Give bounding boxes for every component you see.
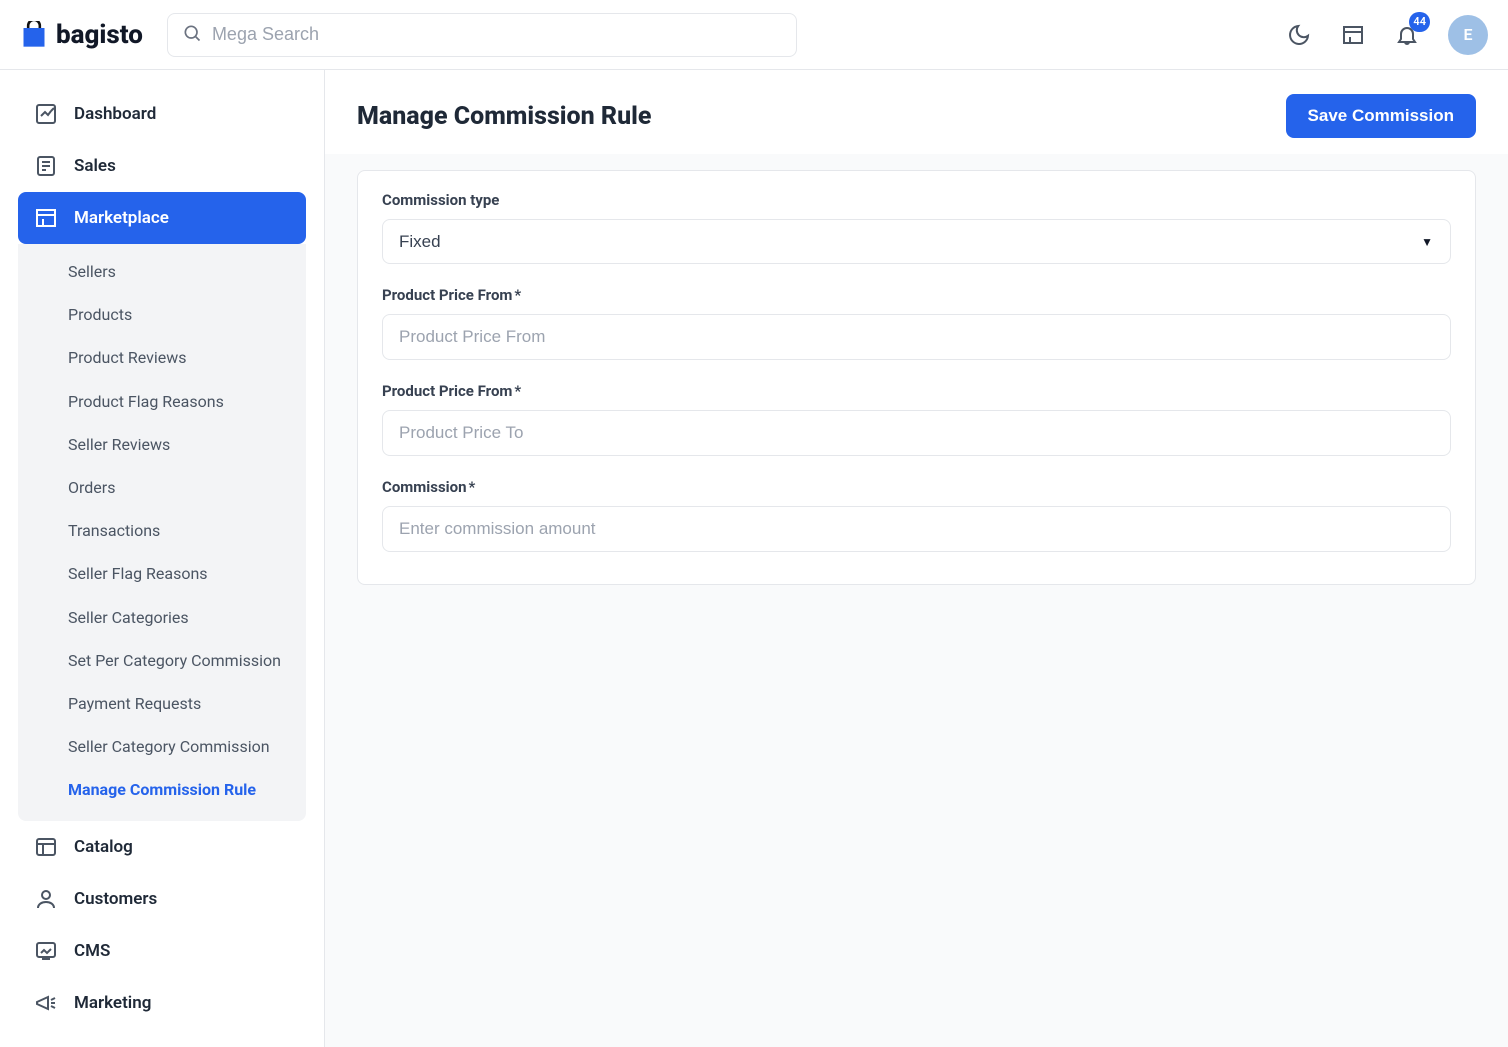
page-header: Manage Commission Rule Save Commission xyxy=(325,70,1508,154)
sidebar-sub-products[interactable]: Products xyxy=(18,293,306,336)
sidebar-sub-payment-requests[interactable]: Payment Requests xyxy=(18,682,306,725)
search-container xyxy=(167,13,797,57)
field-price-from: Product Price From* xyxy=(382,286,1451,360)
header: bagisto xyxy=(0,0,1508,70)
bell-icon[interactable]: 44 xyxy=(1394,22,1420,48)
bag-icon xyxy=(20,21,48,49)
sidebar-sub-seller-flag[interactable]: Seller Flag Reasons xyxy=(18,552,306,595)
sidebar-item-label: Dashboard xyxy=(74,104,156,124)
sidebar-sub-seller-categories[interactable]: Seller Categories xyxy=(18,596,306,639)
commission-label: Commission* xyxy=(382,478,1451,496)
notification-badge: 44 xyxy=(1409,12,1430,32)
sidebar-sub-sellers[interactable]: Sellers xyxy=(18,250,306,293)
commission-type-select[interactable]: Fixed xyxy=(382,219,1451,264)
sidebar-sub-seller-category-commission[interactable]: Seller Category Commission xyxy=(18,725,306,768)
sidebar-item-label: Marketplace xyxy=(74,208,169,228)
price-from-label: Product Price From* xyxy=(382,286,1451,304)
dark-mode-icon[interactable] xyxy=(1286,22,1312,48)
sidebar-item-dashboard[interactable]: Dashboard xyxy=(18,88,306,140)
avatar-initial: E xyxy=(1463,25,1472,44)
brand-name: bagisto xyxy=(56,20,143,50)
marketing-icon xyxy=(34,991,58,1015)
cms-icon xyxy=(34,939,58,963)
sidebar-sub-product-flag[interactable]: Product Flag Reasons xyxy=(18,380,306,423)
marketplace-submenu: Sellers Products Product Reviews Product… xyxy=(18,244,306,821)
field-price-to: Product Price From* xyxy=(382,382,1451,456)
page-title: Manage Commission Rule xyxy=(357,102,651,131)
sidebar-sub-transactions[interactable]: Transactions xyxy=(18,509,306,552)
sidebar-item-customers[interactable]: Customers xyxy=(18,873,306,925)
brand-logo[interactable]: bagisto xyxy=(20,20,143,50)
search-input[interactable] xyxy=(212,24,782,45)
dashboard-icon xyxy=(34,102,58,126)
sidebar-item-label: CMS xyxy=(74,941,110,961)
sidebar-sub-per-category-commission[interactable]: Set Per Category Commission xyxy=(18,639,306,682)
sidebar-item-label: Sales xyxy=(74,156,116,176)
sidebar-item-cms[interactable]: CMS xyxy=(18,925,306,977)
sidebar-sub-seller-reviews[interactable]: Seller Reviews xyxy=(18,423,306,466)
commission-input[interactable] xyxy=(382,506,1451,552)
field-commission-type: Commission type Fixed xyxy=(382,191,1451,264)
header-actions: 44 E xyxy=(1286,15,1488,55)
price-from-input[interactable] xyxy=(382,314,1451,360)
store-icon[interactable] xyxy=(1340,22,1366,48)
sidebar-sub-product-reviews[interactable]: Product Reviews xyxy=(18,336,306,379)
sidebar: Dashboard Sales Marketpla xyxy=(0,70,325,1047)
sidebar-sub-orders[interactable]: Orders xyxy=(18,466,306,509)
search-box[interactable] xyxy=(167,13,797,57)
sales-icon xyxy=(34,154,58,178)
sidebar-item-catalog[interactable]: Catalog xyxy=(18,821,306,873)
price-to-label: Product Price From* xyxy=(382,382,1451,400)
sidebar-item-marketing[interactable]: Marketing xyxy=(18,977,306,1029)
field-commission: Commission* xyxy=(382,478,1451,552)
avatar[interactable]: E xyxy=(1448,15,1488,55)
marketplace-icon xyxy=(34,206,58,230)
price-to-input[interactable] xyxy=(382,410,1451,456)
customers-icon xyxy=(34,887,58,911)
sidebar-item-marketplace[interactable]: Marketplace xyxy=(18,192,306,244)
commission-type-label: Commission type xyxy=(382,191,1451,209)
sidebar-item-label: Catalog xyxy=(74,837,133,857)
form-card: Commission type Fixed Product Price From… xyxy=(357,170,1476,585)
sidebar-item-label: Customers xyxy=(74,889,157,909)
sidebar-sub-manage-commission-rule[interactable]: Manage Commission Rule xyxy=(18,768,306,811)
sidebar-item-label: Marketing xyxy=(74,993,151,1013)
catalog-icon xyxy=(34,835,58,859)
save-commission-button[interactable]: Save Commission xyxy=(1286,94,1476,138)
sidebar-item-sales[interactable]: Sales xyxy=(18,140,306,192)
main-content: Manage Commission Rule Save Commission C… xyxy=(325,70,1508,1047)
search-icon xyxy=(182,23,202,47)
